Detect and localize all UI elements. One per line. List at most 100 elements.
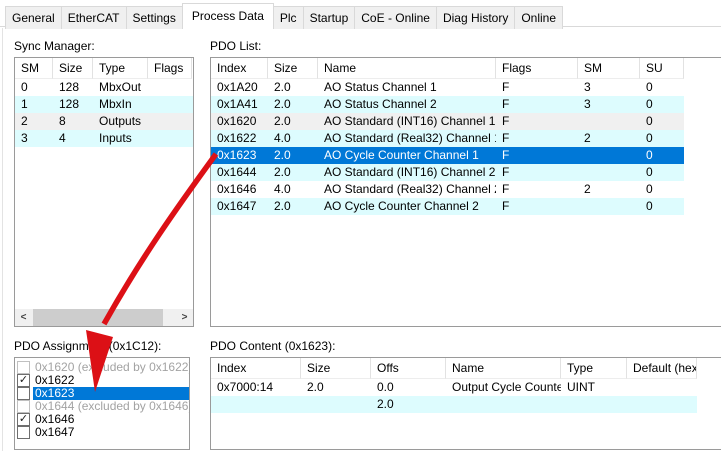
table-cell: AO Standard (INT16) Channel 2 xyxy=(318,164,496,181)
table-cell: 2 xyxy=(578,130,640,147)
scrollbar-thumb[interactable] xyxy=(33,309,163,326)
table-row[interactable]: 34Inputs xyxy=(15,130,193,147)
table-cell: F xyxy=(496,181,578,198)
column-header[interactable]: Index xyxy=(211,58,268,79)
pdo-assignment-item[interactable]: 0x1647 xyxy=(17,426,189,439)
table-cell: 0 xyxy=(640,79,684,96)
table-cell: MbxIn xyxy=(93,96,148,113)
column-header-row: IndexSizeNameFlagsSMSU xyxy=(211,58,721,79)
table-cell: MbxOut xyxy=(93,79,148,96)
table-cell: 2.0 xyxy=(371,396,446,413)
column-header[interactable]: SM xyxy=(15,58,53,79)
table-row[interactable]: 0x16224.0AO Standard (Real32) Channel 1F… xyxy=(211,130,684,147)
table-cell: 0 xyxy=(640,96,684,113)
table-cell: F xyxy=(496,198,578,215)
table-cell: F xyxy=(496,164,578,181)
table-cell xyxy=(301,396,371,413)
column-header[interactable]: SU xyxy=(640,58,684,79)
table-row[interactable]: 0x1A412.0AO Status Channel 2F30 xyxy=(211,96,684,113)
table-cell: AO Cycle Counter Channel 1 xyxy=(318,147,496,164)
sync-manager-table: SMSizeTypeFlags0128MbxOut1128MbxIn28Outp… xyxy=(14,57,194,327)
table-cell xyxy=(211,396,301,413)
checkbox[interactable] xyxy=(17,426,30,439)
table-row[interactable]: 2.0 xyxy=(211,396,697,413)
pdo-assignment-list: 0x1620 (excluded by 0x1622)✓0x16220x1623… xyxy=(14,357,190,450)
table-cell: 4.0 xyxy=(268,181,318,198)
table-cell: 3 xyxy=(15,130,53,147)
column-header[interactable]: Offs xyxy=(371,358,446,379)
tab-settings[interactable]: Settings xyxy=(126,6,183,29)
column-header[interactable]: SM xyxy=(578,58,640,79)
checkbox[interactable]: ✓ xyxy=(17,374,30,387)
table-cell: 1 xyxy=(15,96,53,113)
tab-online[interactable]: Online xyxy=(514,6,563,29)
tab-plc[interactable]: Plc xyxy=(273,6,304,29)
pdo-list-table: IndexSizeNameFlagsSMSU0x1A202.0AO Status… xyxy=(210,57,721,327)
table-cell: 2.0 xyxy=(268,96,318,113)
table-cell: AO Standard (Real32) Channel 2 xyxy=(318,181,496,198)
tab-startup[interactable]: Startup xyxy=(303,6,356,29)
tab-ethercat[interactable]: EtherCAT xyxy=(61,6,127,29)
table-cell: UINT xyxy=(561,379,627,396)
column-header[interactable]: Flags xyxy=(148,58,192,79)
table-cell xyxy=(561,396,627,413)
table-row[interactable]: 0x16464.0AO Standard (Real32) Channel 2F… xyxy=(211,181,684,198)
table-row[interactable]: 0x7000:142.00.0Output Cycle CounterUINT xyxy=(211,379,697,396)
horizontal-scrollbar[interactable]: < > xyxy=(15,309,193,326)
pdo-assignment-label: PDO Assignment (0x1C12): xyxy=(14,339,161,353)
scroll-left-icon[interactable]: < xyxy=(15,309,32,326)
tab-general[interactable]: General xyxy=(5,6,62,29)
column-header[interactable]: Type xyxy=(561,358,627,379)
checkbox[interactable] xyxy=(17,361,30,374)
column-header[interactable]: Size xyxy=(268,58,318,79)
column-header[interactable]: Default (hex) xyxy=(627,358,697,379)
table-cell: 0.0 xyxy=(371,379,446,396)
table-cell: 2.0 xyxy=(301,379,371,396)
table-cell: Output Cycle Counter xyxy=(446,379,561,396)
table-row[interactable]: 0x16202.0AO Standard (INT16) Channel 1F0 xyxy=(211,113,684,130)
tab-process-data[interactable]: Process Data xyxy=(182,3,274,29)
scrollbar-track[interactable] xyxy=(32,309,176,326)
table-cell: 2 xyxy=(578,181,640,198)
table-cell xyxy=(148,113,192,130)
column-header[interactable]: Type xyxy=(93,58,148,79)
table-cell: 0x1A20 xyxy=(211,79,268,96)
table-row[interactable]: 0x16232.0AO Cycle Counter Channel 1F0 xyxy=(211,147,684,164)
table-cell: 2 xyxy=(15,113,53,130)
table-cell: AO Status Channel 1 xyxy=(318,79,496,96)
checkbox[interactable] xyxy=(17,400,30,413)
tab-coe-online[interactable]: CoE - Online xyxy=(354,6,437,29)
table-cell xyxy=(446,396,561,413)
table-cell: AO Cycle Counter Channel 2 xyxy=(318,198,496,215)
table-row[interactable]: 1128MbxIn xyxy=(15,96,193,113)
column-header[interactable]: Size xyxy=(53,58,93,79)
table-cell: 0x1644 xyxy=(211,164,268,181)
table-row[interactable]: 0x16472.0AO Cycle Counter Channel 2F0 xyxy=(211,198,684,215)
checkbox[interactable]: ✓ xyxy=(17,413,30,426)
table-cell: F xyxy=(496,147,578,164)
column-header[interactable]: Flags xyxy=(496,58,578,79)
tab-diag-history[interactable]: Diag History xyxy=(436,6,515,29)
column-header[interactable]: Name xyxy=(318,58,496,79)
table-cell: 2.0 xyxy=(268,147,318,164)
table-cell xyxy=(148,130,192,147)
scroll-right-icon[interactable]: > xyxy=(176,309,193,326)
table-row[interactable]: 28Outputs xyxy=(15,113,193,130)
table-cell xyxy=(627,396,697,413)
pdo-assignment-item-label: 0x1647 xyxy=(33,426,189,439)
column-header[interactable]: Name xyxy=(446,358,561,379)
column-header[interactable]: Index xyxy=(211,358,301,379)
table-row[interactable]: 0128MbxOut xyxy=(15,79,193,96)
table-cell xyxy=(578,113,640,130)
table-cell: AO Standard (Real32) Channel 1 xyxy=(318,130,496,147)
table-cell: 128 xyxy=(53,79,93,96)
table-row[interactable]: 0x1A202.0AO Status Channel 1F30 xyxy=(211,79,684,96)
table-cell: AO Standard (INT16) Channel 1 xyxy=(318,113,496,130)
table-cell: 3 xyxy=(578,79,640,96)
table-cell xyxy=(578,198,640,215)
table-cell: F xyxy=(496,96,578,113)
checkbox[interactable] xyxy=(17,387,30,400)
table-row[interactable]: 0x16442.0AO Standard (INT16) Channel 2F0 xyxy=(211,164,684,181)
column-header[interactable]: Size xyxy=(301,358,371,379)
pdo-list-label: PDO List: xyxy=(210,39,261,53)
